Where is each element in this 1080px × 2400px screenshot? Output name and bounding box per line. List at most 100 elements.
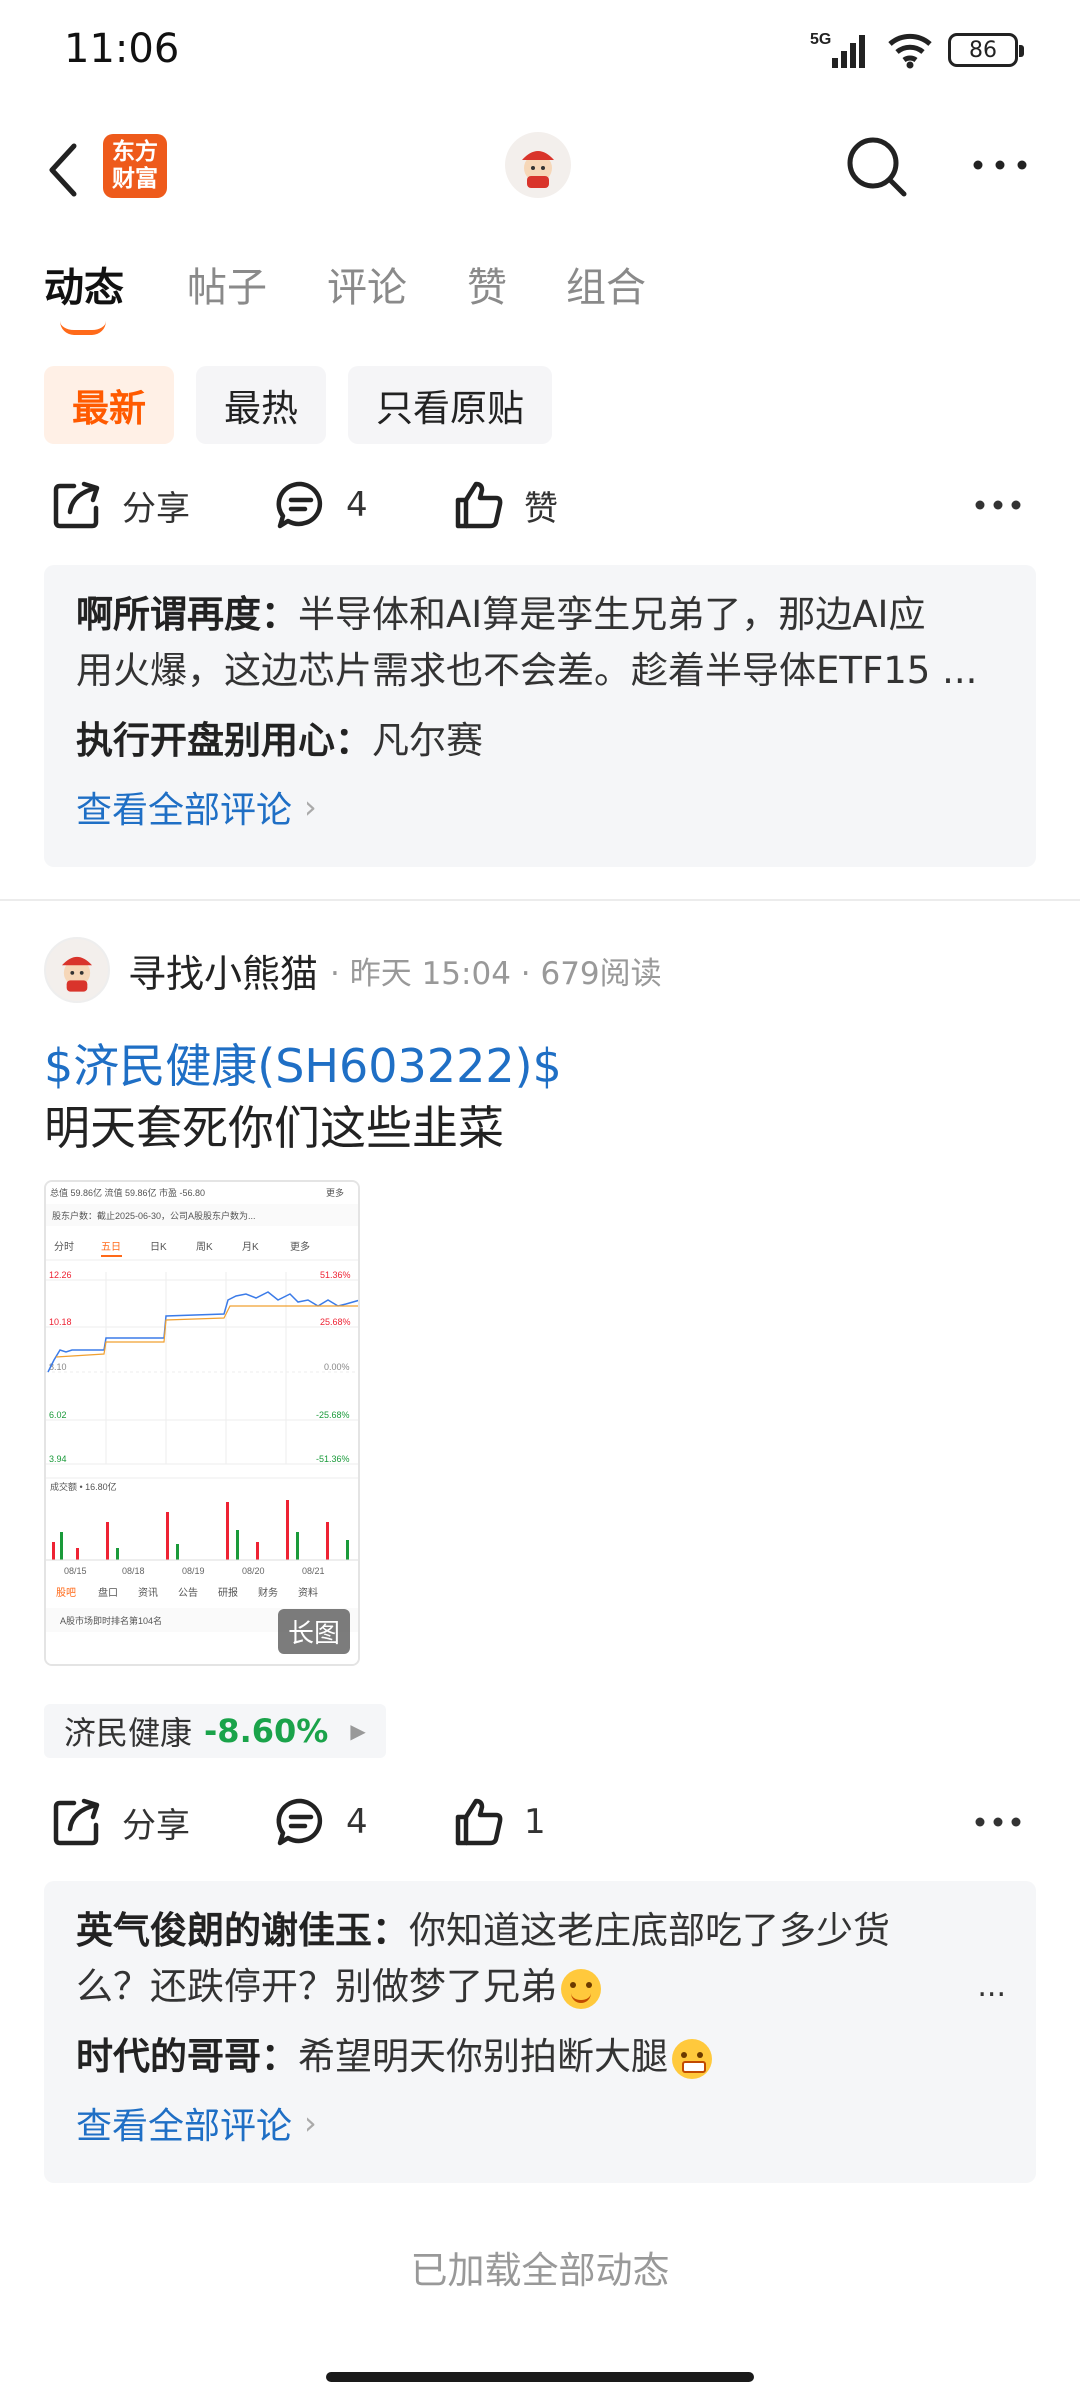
like-button[interactable]: 赞 <box>452 465 558 545</box>
svg-text:-25.68%: -25.68% <box>316 1410 350 1420</box>
comment-button[interactable]: 4 <box>274 465 368 545</box>
active-tab-indicator <box>60 321 106 335</box>
stock-tag[interactable]: 济民健康 -8.60% ▶ <box>44 1704 386 1758</box>
svg-text:资讯: 资讯 <box>138 1587 158 1599</box>
svg-text:股吧: 股吧 <box>56 1587 76 1599</box>
svg-text:分时: 分时 <box>54 1241 74 1253</box>
post-actions: 分享 4 赞 <box>0 465 1080 545</box>
comment-preview-box[interactable]: 英气俊朗的谢佳玉：你知道这老庄底部吃了多少货 么？还跌停开？别做梦了兄弟 时代的… <box>44 1881 1036 2183</box>
shot-rank: A股市场即时排名第104名 <box>60 1615 162 1626</box>
filter-newest[interactable]: 最新 <box>44 366 174 444</box>
comment-icon <box>276 1798 323 1846</box>
chevron-left-icon <box>49 143 77 197</box>
wifi-icon <box>888 33 932 69</box>
brand-logo[interactable]: 东方 财富 <box>103 134 167 198</box>
svg-text:日K: 日K <box>150 1242 167 1253</box>
search-button[interactable] <box>844 134 910 200</box>
post-more-button[interactable] <box>968 1804 1028 1840</box>
svg-text:资料: 资料 <box>298 1586 318 1599</box>
smile-emoji-icon <box>561 1968 601 2009</box>
avatar[interactable] <box>44 937 110 1003</box>
svg-text:10.18: 10.18 <box>49 1317 72 1327</box>
tab-comments[interactable]: 评论 <box>327 255 407 313</box>
tab-likes[interactable]: 赞 <box>467 255 507 313</box>
comment-item: 执行开盘别用心：凡尔赛 <box>76 713 1004 769</box>
more-button[interactable] <box>970 140 1030 190</box>
post-image[interactable]: 总值 59.86亿 流值 59.86亿 市盈 -56.80 更多 股东户数：截止… <box>44 1180 360 1666</box>
mascot-icon <box>522 151 554 188</box>
comment-text-line2: 用火爆，这边芯片需求也不会差。趁着半导体ETF15 ... <box>76 649 978 692</box>
tab-dynamics[interactable]: 动态 <box>44 255 124 313</box>
svg-text:五日: 五日 <box>101 1242 121 1253</box>
svg-text:08/15: 08/15 <box>64 1566 87 1576</box>
end-of-feed-text: 已加载全部动态 <box>410 2249 670 2292</box>
comment-text: 半导体和AI算是孪生兄弟了，那边AI应 <box>298 593 926 636</box>
comment-text: 凡尔赛 <box>372 719 483 762</box>
svg-text:研报: 研报 <box>218 1586 238 1599</box>
top-nav: 东方 财富 <box>0 120 1080 220</box>
chevron-right-icon: › <box>304 2104 317 2142</box>
shot-header: 总值 59.86亿 流值 59.86亿 市盈 -56.80 <box>50 1187 205 1198</box>
comment-preview-box[interactable]: 啊所谓再度：半导体和AI算是孪生兄弟了，那边AI应 用火爆，这边芯片需求也不会差… <box>44 565 1036 867</box>
play-arrow-icon: ▶ <box>350 1719 366 1743</box>
signal-icon: 5G <box>810 31 865 68</box>
svg-text:月K: 月K <box>242 1241 259 1253</box>
comment-button[interactable]: 4 <box>274 1782 368 1862</box>
comment-item: 时代的哥哥：希望明天你别拍断大腿 <box>76 2029 1004 2085</box>
long-image-badge: 长图 <box>277 1609 350 1654</box>
divider <box>0 899 1080 901</box>
tab-posts[interactable]: 帖子 <box>187 255 267 313</box>
svg-text:25.68%: 25.68% <box>320 1317 351 1327</box>
expand-ellipsis-icon[interactable]: ... <box>977 1969 1006 2004</box>
more-horizontal-icon <box>975 1817 1021 1827</box>
mascot-icon <box>61 956 93 992</box>
post-body: 明天套死你们这些韭菜 <box>44 1101 504 1155</box>
stock-link[interactable]: $济民健康(SH603222)$ <box>44 1030 562 1096</box>
filter-hottest[interactable]: 最热 <box>196 366 326 444</box>
comment-user[interactable]: 英气俊朗的谢佳玉： <box>76 1909 409 1952</box>
stock-chart-thumbnail: 总值 59.86亿 流值 59.86亿 市盈 -56.80 更多 股东户数：截止… <box>46 1182 358 1664</box>
status-bar: 11:06 5G 86 <box>0 0 1080 100</box>
svg-text:08/20: 08/20 <box>242 1566 265 1576</box>
stock-change: -8.60% <box>204 1712 329 1750</box>
share-icon <box>53 481 100 529</box>
post-meta: · 昨天 15:04 · 679阅读 <box>330 955 662 992</box>
share-button[interactable]: 分享 <box>50 465 190 545</box>
comment-user[interactable]: 时代的哥哥： <box>76 2035 298 2078</box>
comment-user[interactable]: 执行开盘别用心： <box>76 719 372 762</box>
more-horizontal-icon <box>975 500 1021 510</box>
network-type: 5G <box>810 31 831 48</box>
post-author-row: 寻找小熊猫 · 昨天 15:04 · 679阅读 <box>44 935 662 1005</box>
chevron-right-icon: › <box>304 788 317 826</box>
author-name[interactable]: 寻找小熊猫 <box>128 943 318 998</box>
back-button[interactable] <box>40 138 90 202</box>
svg-text:财务: 财务 <box>258 1586 278 1599</box>
avatar[interactable] <box>505 132 571 198</box>
status-icons: 5G 86 <box>810 30 1024 70</box>
view-all-comments-link[interactable]: 查看全部评论 › <box>76 781 1004 833</box>
grimace-emoji-icon <box>672 2038 712 2079</box>
filter-original-only[interactable]: 只看原贴 <box>348 366 552 444</box>
svg-text:-51.36%: -51.36% <box>316 1454 350 1464</box>
svg-text:公告: 公告 <box>178 1586 198 1599</box>
svg-text:51.36%: 51.36% <box>320 1270 351 1280</box>
comment-user[interactable]: 啊所谓再度： <box>76 593 298 636</box>
share-button[interactable]: 分享 <box>50 1782 190 1862</box>
comment-item-line2: 么？还跌停开？别做梦了兄弟 <box>76 1959 1004 2015</box>
battery-icon: 86 <box>948 33 1024 67</box>
svg-text:12.26: 12.26 <box>49 1270 72 1280</box>
view-all-comments-link[interactable]: 查看全部评论 › <box>76 2097 1004 2149</box>
status-time: 11:06 <box>64 26 180 72</box>
post-more-button[interactable] <box>968 487 1028 523</box>
tab-portfolio[interactable]: 组合 <box>566 255 646 313</box>
svg-text:3.94: 3.94 <box>49 1454 67 1464</box>
more-horizontal-icon <box>973 160 1027 170</box>
svg-text:更多: 更多 <box>290 1240 310 1253</box>
svg-text:盘口: 盘口 <box>98 1586 118 1599</box>
svg-text:6.02: 6.02 <box>49 1410 67 1420</box>
thumbs-up-icon <box>455 1798 503 1846</box>
comment-icon <box>276 481 323 529</box>
home-indicator[interactable] <box>326 2372 754 2382</box>
svg-text:08/18: 08/18 <box>122 1566 145 1576</box>
like-button[interactable]: 1 <box>452 1782 546 1862</box>
